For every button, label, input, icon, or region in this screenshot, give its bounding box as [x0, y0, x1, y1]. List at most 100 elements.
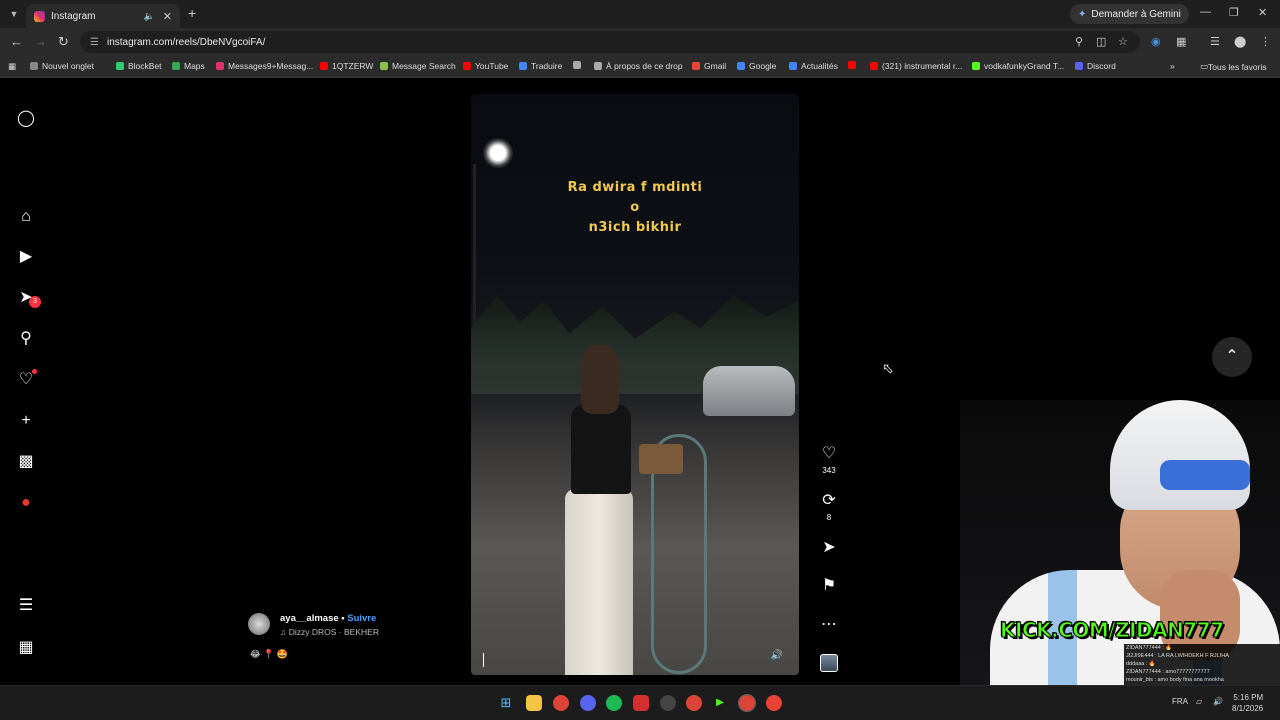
bookmark-item[interactable]: 1QTZERW [320, 61, 373, 71]
reading-list-icon[interactable]: ☰ [1210, 35, 1220, 48]
extensions-puzzle-icon[interactable]: ▦ [1176, 35, 1186, 48]
bookmark-item[interactable]: Messages9+Messag... [216, 61, 313, 71]
previous-reel-button[interactable]: ⌃ [1212, 337, 1252, 377]
reload-button[interactable]: ↻ [58, 34, 69, 50]
zoom-icon[interactable]: ⚲ [1075, 35, 1083, 48]
bookmark-item[interactable]: Discord [1075, 61, 1116, 71]
system-clock[interactable]: 5:16 PM 8/1/2026 [1232, 692, 1263, 714]
more-menu-icon[interactable]: ☰ [16, 596, 36, 616]
site-info-icon[interactable]: ☰ [90, 37, 99, 48]
volume-icon[interactable]: 🔊 [771, 650, 783, 661]
bookmark-item[interactable]: À propos de ce drop [594, 61, 683, 71]
street-lamp [483, 138, 513, 168]
send-icon: ➤ [822, 539, 836, 556]
clock-date: 8/1/2026 [1232, 704, 1264, 713]
song-line[interactable]: ♫ Dizzy DROS · BEKHER [280, 627, 379, 637]
bookmark-item[interactable]: Gmail [692, 61, 726, 71]
bookmark-item[interactable]: YouTube [463, 61, 508, 71]
extension-icon[interactable]: ◉ [1151, 35, 1161, 48]
repost-button[interactable]: ⟳ 8 [814, 490, 844, 522]
share-button[interactable]: ➤ [814, 537, 844, 557]
all-favorites-folder[interactable]: ▭ Tous les favoris [1200, 61, 1267, 72]
gemini-label: Demander à Gemini [1091, 8, 1181, 20]
menu-kebab-icon[interactable]: ⋮ [1260, 35, 1271, 48]
tab-close-icon[interactable]: ✕ [163, 10, 172, 23]
like-button[interactable]: ♡ 343 [814, 443, 844, 475]
ellipsis-icon: ⋯ [821, 616, 837, 633]
kick-app-icon[interactable]: ▶ [712, 695, 728, 711]
streamer-cap [1110, 400, 1250, 510]
bookmark-item[interactable]: Message Search [380, 61, 456, 71]
bookmark-item[interactable]: Traduire [519, 61, 562, 71]
parked-car [703, 366, 795, 416]
chrome-alt-icon[interactable] [766, 695, 782, 711]
new-tab-button[interactable]: + [188, 5, 196, 21]
all-favorites-label: Tous les favoris [1208, 61, 1267, 72]
bookmark-item[interactable]: Maps [172, 61, 205, 71]
dashboard-icon[interactable]: ▩ [16, 452, 36, 472]
search-icon[interactable]: ⚲ [16, 329, 36, 349]
more-bookmarks-icon[interactable]: » [1170, 61, 1175, 71]
more-options-button[interactable]: ⋯ [814, 614, 844, 634]
chat-message: JI2JI9E444 : LA RA LWIHDEKH F RJLIHA [1126, 653, 1229, 659]
bookmark-item[interactable]: Nouvel onglet [30, 61, 94, 71]
gemini-button[interactable]: ✦ Demander à Gemini [1070, 4, 1189, 24]
audio-thumbnail[interactable] [820, 654, 838, 672]
also-from-meta-icon[interactable]: ▦ [16, 638, 36, 658]
network-icon[interactable]: ▱ [1196, 697, 1202, 706]
close-window-button[interactable]: ✕ [1258, 6, 1267, 19]
windows-start-icon[interactable]: ⊞ [498, 695, 514, 711]
spotify-icon[interactable] [606, 695, 622, 711]
gemini-sparkle-icon: ✦ [1078, 8, 1087, 20]
bookmark-item[interactable]: Google [737, 61, 776, 71]
bookmark-label: 1QTZERW [332, 61, 374, 71]
create-icon[interactable]: + [16, 411, 36, 431]
streamer-cap-band [1160, 460, 1250, 490]
profile-avatar-icon[interactable]: ● [16, 493, 36, 513]
profile-avatar[interactable]: ⬤ [1234, 35, 1246, 48]
chrome-icon[interactable] [553, 695, 569, 711]
forward-button[interactable]: → [34, 34, 47, 49]
minimize-button[interactable]: — [1200, 6, 1211, 18]
reels-icon[interactable]: ▶ [16, 247, 36, 267]
bookmark-item[interactable] [848, 61, 860, 69]
tab-audio-icon[interactable]: 🔈 [144, 11, 155, 22]
bookmark-label: (321) instrumental r... [882, 61, 963, 71]
restore-button[interactable]: ❐ [1229, 6, 1239, 19]
author-username[interactable]: aya__almase [280, 613, 339, 624]
back-button[interactable]: ← [10, 34, 23, 49]
bookmark-item[interactable]: Actualités [789, 61, 838, 71]
bookmark-item[interactable]: BlockBet [116, 61, 162, 71]
bookmark-item[interactable]: (321) instrumental r... [870, 61, 962, 71]
bookmark-item[interactable] [573, 61, 585, 69]
url-bar[interactable]: ☰ instagram.com/reels/DbeNVgcoiFA/ [80, 31, 1140, 53]
bookmark-favicon-icon [320, 62, 328, 70]
tab-instagram[interactable]: Instagram 🔈 ✕ [26, 4, 180, 28]
bookmark-icon: ⚑ [821, 577, 837, 594]
recorder-icon[interactable] [633, 695, 649, 711]
obs-icon[interactable] [660, 695, 676, 711]
author-line: aya__almase • Suivre [280, 613, 377, 624]
save-button[interactable]: ⚑ [814, 575, 844, 595]
chrome-profile-icon[interactable] [686, 695, 702, 711]
bookmark-star-icon[interactable]: ☆ [1118, 35, 1128, 48]
video-progress-cursor[interactable] [483, 653, 484, 667]
tab-search-icon[interactable]: ▼ [6, 6, 22, 22]
reel-video[interactable]: Ra dwira f mdinti o n3ich bikhir 🔊 [471, 94, 799, 675]
install-app-icon[interactable]: ◫ [1096, 35, 1106, 48]
home-icon[interactable]: ⌂ [16, 207, 36, 227]
chrome-active-icon[interactable] [738, 694, 756, 712]
instagram-logo-icon[interactable]: ◯ [16, 109, 36, 129]
author-avatar[interactable] [248, 613, 270, 635]
follow-button[interactable]: Suivre [347, 613, 376, 624]
apps-grid-icon[interactable]: ▦ [8, 61, 16, 72]
file-explorer-icon[interactable] [526, 695, 542, 711]
volume-tray-icon[interactable]: 🔊 [1213, 697, 1223, 706]
bookmark-favicon-icon [573, 61, 581, 69]
bookmarks-bar: ▦ Nouvel onglet BlockBet Maps Messages9+Mes… [0, 56, 1280, 78]
bookmark-item[interactable]: vodkafunkyGrand T... [972, 61, 1064, 71]
bookmark-label: Nouvel onglet [42, 61, 94, 71]
discord-icon[interactable] [580, 695, 596, 711]
reel-caption-overlay: Ra dwira f mdinti o n3ich bikhir [471, 178, 799, 238]
language-indicator[interactable]: FRA [1172, 697, 1188, 706]
